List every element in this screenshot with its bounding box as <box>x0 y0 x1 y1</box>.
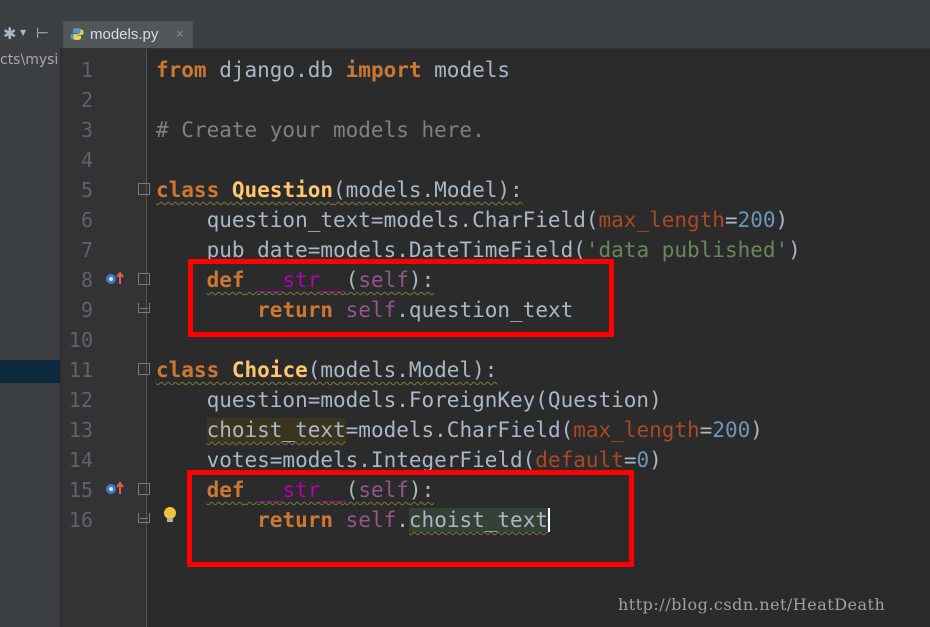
line-number: 5 <box>80 178 93 202</box>
line-number: 4 <box>80 148 93 172</box>
code-text: ) <box>775 208 789 232</box>
code-text: ) <box>750 418 763 442</box>
code-text: (models.Model): <box>333 178 523 202</box>
tab-models-py[interactable]: models.py × <box>63 21 193 48</box>
close-icon[interactable]: × <box>176 26 184 41</box>
project-toolbar: ✱ ▼ ⊢ <box>0 20 60 48</box>
code-line-12[interactable]: question=models.ForeignKey(Question) <box>156 385 662 415</box>
line-number: 6 <box>80 208 93 232</box>
annotation-box <box>188 259 614 337</box>
keyword: class <box>156 178 220 202</box>
code-line-1[interactable]: from django.db import models <box>156 55 510 85</box>
keyword: import <box>345 58 422 82</box>
override-method-icon[interactable] <box>105 270 127 286</box>
param: max_length <box>573 418 700 442</box>
code-text: = <box>623 448 637 472</box>
line-number: 7 <box>80 238 93 262</box>
code-text: question=models.ForeignKey(Question) <box>156 388 662 412</box>
tab-label: models.py <box>90 26 159 43</box>
line-number: 11 <box>68 358 93 382</box>
chevron-down-icon[interactable]: ▼ <box>20 28 26 37</box>
line-number: 16 <box>68 508 93 532</box>
keyword: from <box>156 58 207 82</box>
line-number: 13 <box>68 418 93 442</box>
line-number: 15 <box>68 478 93 502</box>
param: max_length <box>598 208 725 232</box>
line-number: 2 <box>80 88 93 112</box>
pin-icon[interactable]: ⊢ <box>36 24 49 42</box>
number: 200 <box>712 418 751 442</box>
code-line-5[interactable]: class Question(models.Model): <box>156 175 523 205</box>
fold-dash <box>140 518 148 519</box>
code-text: ) <box>788 238 801 262</box>
gear-icon[interactable]: ✱ <box>3 24 16 43</box>
code-text: models <box>421 58 511 82</box>
project-panel <box>0 0 61 627</box>
code-text: (models.Model): <box>307 358 498 382</box>
keyword: class <box>156 358 220 382</box>
override-method-icon[interactable] <box>105 480 127 496</box>
variable-highlight: choist_text <box>206 418 346 442</box>
code-text: django.db <box>206 58 346 82</box>
line-number: 12 <box>68 388 93 412</box>
project-tree-path[interactable]: cts\mysi <box>0 52 60 68</box>
code-text: ) <box>649 448 662 472</box>
code-text: = <box>699 418 713 442</box>
number: 0 <box>636 448 650 472</box>
line-number: 8 <box>80 268 93 292</box>
comment: # Create your models here. <box>156 118 485 142</box>
code-text: question_text=models.CharField( <box>156 208 599 232</box>
code-line-11[interactable]: class Choice(models.Model): <box>156 355 497 385</box>
code-line-6[interactable]: question_text=models.CharField(max_lengt… <box>156 205 789 235</box>
project-tree-selected-row[interactable] <box>0 360 60 383</box>
code-line-13[interactable]: choist_text=models.CharField(max_length=… <box>156 415 763 445</box>
code-text: votes=models.IntegerField( <box>156 448 536 472</box>
code-text: =models.CharField( <box>345 418 574 442</box>
string: 'data published' <box>585 238 789 262</box>
class-name: Choice <box>231 358 308 382</box>
watermark: http://blog.csdn.net/HeatDeath <box>618 595 886 614</box>
fold-marker[interactable] <box>138 183 150 195</box>
line-number: 1 <box>80 58 93 82</box>
python-file-icon <box>70 28 84 40</box>
line-number: 9 <box>80 298 93 322</box>
line-number: 10 <box>68 328 93 352</box>
number: 200 <box>737 208 776 232</box>
code-line-3[interactable]: # Create your models here. <box>156 115 485 145</box>
fold-marker[interactable] <box>138 273 150 285</box>
line-number: 14 <box>68 448 93 472</box>
fold-marker[interactable] <box>138 483 150 495</box>
param: default <box>535 448 624 472</box>
class-name: Question <box>231 178 334 202</box>
code-text: = <box>724 208 738 232</box>
line-number: 3 <box>80 118 93 142</box>
fold-dash <box>140 308 148 309</box>
annotation-box <box>187 470 634 567</box>
fold-marker[interactable] <box>138 363 150 375</box>
